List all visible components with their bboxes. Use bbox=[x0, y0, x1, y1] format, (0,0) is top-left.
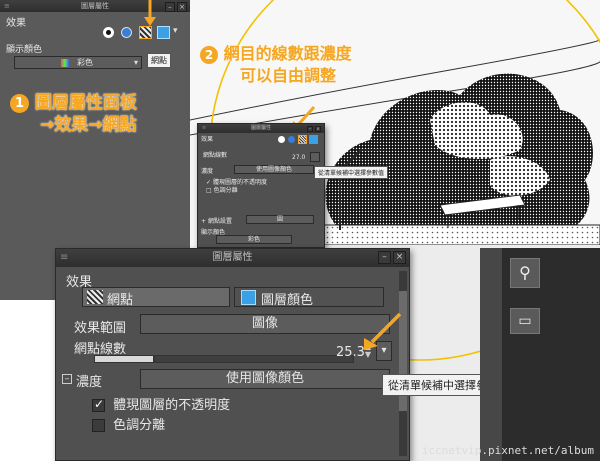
reflect-opacity-label: 體現圖層的不透明度 bbox=[113, 398, 231, 413]
effect-range-value: 圖像 bbox=[251, 316, 278, 331]
panel1-titlebar: ≡ 圖層屬性 – × bbox=[0, 0, 190, 12]
callout-1: 1 圖層屬性面板 →效果→網點 bbox=[10, 92, 137, 136]
display-color-value: 彩色 bbox=[77, 58, 93, 67]
panel2-density-dropdown[interactable]: 使用圖像顏色 bbox=[234, 165, 314, 174]
panel1-tooltip-halftone: 網點 bbox=[147, 53, 171, 68]
effect-layer-color-icon[interactable] bbox=[309, 135, 318, 144]
panel2-effect-label: 效果 bbox=[201, 136, 214, 143]
layer-property-panel-medium: ≡ 圖層屬性 – × 效果 網點線數 27.0 濃度 使用圖像顏色 ✓ 體現圖層… bbox=[197, 123, 325, 248]
density-dropdown[interactable]: 使用圖像顏色 bbox=[140, 369, 390, 389]
panel2-effect-icons bbox=[278, 135, 322, 144]
minimize-button[interactable]: – bbox=[307, 126, 313, 132]
checkmark-icon: ✓ bbox=[94, 397, 105, 411]
callout-2-line2: 可以自由調整 bbox=[240, 66, 337, 85]
posterize-checkbox[interactable] bbox=[92, 419, 105, 432]
posterize-row[interactable]: 色調分離 bbox=[92, 414, 165, 433]
tab-halftone[interactable]: 網點 bbox=[82, 287, 230, 308]
panel2-halftone-settings-label: + 網點設置 bbox=[201, 218, 232, 225]
halftone-settings-text: 網點設置 bbox=[207, 218, 232, 225]
panel2-title: 圖層屬性 bbox=[250, 125, 271, 131]
callout-2-badge: 2 bbox=[200, 45, 218, 64]
effect-icons-row: ▾ bbox=[103, 26, 183, 40]
minimize-button[interactable]: – bbox=[165, 2, 175, 12]
watermark-url: iccnetvip.pixnet.net/album bbox=[421, 444, 594, 457]
tool-strip: ⚲ ▭ bbox=[480, 248, 600, 461]
density-collapse-icon[interactable]: – bbox=[62, 374, 72, 384]
effect-blue-dot-icon[interactable] bbox=[121, 27, 132, 38]
panel3-titlebar: ≡ 圖層屬性 – × bbox=[56, 249, 409, 267]
panel-grip-icon[interactable]: ≡ bbox=[202, 124, 206, 133]
close-button[interactable]: × bbox=[315, 126, 321, 132]
layer-color-swatch-icon bbox=[241, 290, 256, 305]
callout-arrow-bottom-icon bbox=[364, 312, 402, 350]
panel2-titlebar: ≡ 圖層屬性 – × bbox=[198, 124, 324, 133]
panel2-line-count-value[interactable]: 27.0 bbox=[292, 154, 305, 161]
panel2-halftone-settings-dropdown[interactable]: 圓 bbox=[246, 215, 314, 224]
panel1-effect-label: 效果 bbox=[6, 18, 26, 29]
density-label: 濃度 bbox=[76, 375, 103, 390]
line-count-slider[interactable] bbox=[94, 355, 154, 363]
effect-range-dropdown[interactable]: 圖像 bbox=[140, 314, 390, 334]
callout-1-badge: 1 bbox=[10, 93, 29, 113]
callout-2: 2 網目的線數跟濃度 可以自由調整 bbox=[200, 43, 352, 87]
panel-grip-icon[interactable]: ≡ bbox=[60, 249, 68, 267]
minimize-button[interactable]: – bbox=[378, 251, 391, 264]
panel2-posterize-row[interactable]: □ 色調分離 bbox=[206, 185, 238, 194]
posterize-label: 色調分離 bbox=[213, 187, 238, 194]
panel1-display-color-label: 顯示顏色 bbox=[6, 45, 43, 55]
callout-1-line1: 圖層屬性面板 bbox=[34, 93, 137, 113]
checkbox-icon: □ bbox=[206, 187, 212, 194]
callout-1-line2: →效果→網點 bbox=[40, 115, 137, 135]
transform-tool-icon[interactable]: ⚲ bbox=[510, 258, 540, 288]
tab-layer-color[interactable]: 圖層顏色 bbox=[234, 287, 384, 308]
panel-grip-icon[interactable]: ≡ bbox=[4, 0, 10, 12]
close-button[interactable]: × bbox=[393, 251, 406, 264]
callout-2-line1: 網目的線數跟濃度 bbox=[223, 44, 352, 63]
effect-black-dot-icon[interactable] bbox=[103, 27, 114, 38]
panel2-line-count-dropdown[interactable] bbox=[310, 152, 320, 162]
callout-arrow-top-icon bbox=[144, 0, 156, 26]
tab-layer-color-label: 圖層顏色 bbox=[261, 293, 314, 308]
panel2-display-color-dropdown[interactable]: 彩色 bbox=[216, 235, 292, 244]
effect-blue-dot-icon[interactable] bbox=[288, 136, 295, 143]
folder-layer-icon[interactable]: ▭ bbox=[510, 308, 540, 334]
panel2-density-label: 濃度 bbox=[201, 168, 214, 175]
panel2-tooltip: 從清單候補中選擇參數值 bbox=[314, 166, 389, 179]
panel2-line-count-label: 網點線數 bbox=[203, 152, 228, 159]
panel1-display-color-dropdown[interactable]: 彩色 ▾ bbox=[14, 56, 142, 69]
close-button[interactable]: × bbox=[177, 2, 187, 12]
line-count-slider-track[interactable] bbox=[154, 355, 354, 363]
panel3-scrollbar[interactable] bbox=[399, 271, 407, 456]
chevron-down-icon: ▾ bbox=[133, 58, 138, 67]
density-value: 使用圖像顏色 bbox=[225, 371, 304, 386]
reflect-opacity-row[interactable]: ✓ 體現圖層的不透明度 bbox=[92, 394, 230, 413]
effect-halftone-icon[interactable] bbox=[298, 135, 307, 144]
layer-property-panel-large: ≡ 圖層屬性 – × 效果 網點 圖層顏色 效果範圍 圖像 網點線數 25.3 … bbox=[55, 248, 410, 461]
halftone-pattern-icon bbox=[87, 290, 103, 304]
posterize-label: 色調分離 bbox=[113, 418, 166, 433]
panel3-title: 圖層屬性 bbox=[212, 252, 253, 263]
effect-range-label: 效果範圍 bbox=[74, 321, 127, 336]
reflect-opacity-checkbox[interactable]: ✓ bbox=[92, 397, 105, 412]
effect-black-dot-icon[interactable] bbox=[278, 136, 285, 143]
panel1-title: 圖層屬性 bbox=[81, 2, 109, 10]
tab-halftone-label: 網點 bbox=[107, 293, 134, 308]
tool-strip-handle bbox=[480, 248, 502, 461]
effect-dropdown-arrow-icon[interactable]: ▾ bbox=[173, 26, 178, 36]
color-swatch-icon bbox=[61, 59, 69, 67]
